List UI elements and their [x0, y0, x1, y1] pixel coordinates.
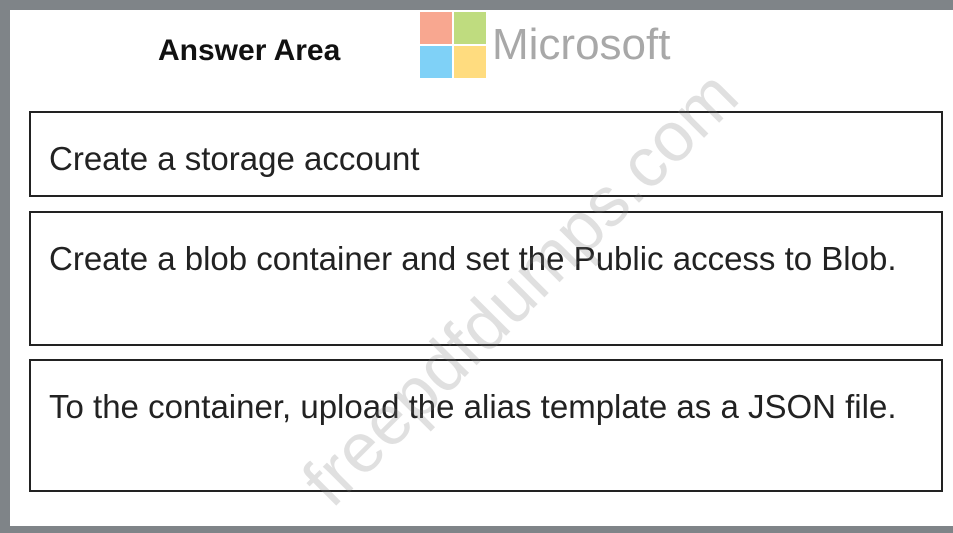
logo-red-square [420, 12, 452, 44]
answer-area-title: Answer Area [158, 34, 341, 67]
logo-green-square [454, 12, 486, 44]
answer-area-frame: Answer Area Microsoft Create a storage a… [0, 0, 953, 533]
step-3-text: To the container, upload the alias templ… [49, 388, 897, 425]
microsoft-wordmark: Microsoft [492, 20, 671, 69]
step-2-text: Create a blob container and set the Publ… [49, 240, 897, 277]
step-1-text: Create a storage account [49, 140, 420, 177]
logo-yellow-square [454, 46, 486, 78]
frame-top-border [0, 0, 953, 10]
logo-blue-square [420, 46, 452, 78]
frame-bottom-border [0, 526, 953, 533]
frame-left-border [0, 0, 10, 533]
step-item-create-storage-account[interactable]: Create a storage account [29, 111, 943, 197]
microsoft-logo-icon [420, 12, 486, 78]
step-item-upload-alias-template[interactable]: To the container, upload the alias templ… [29, 359, 943, 492]
step-item-create-blob-container[interactable]: Create a blob container and set the Publ… [29, 211, 943, 346]
